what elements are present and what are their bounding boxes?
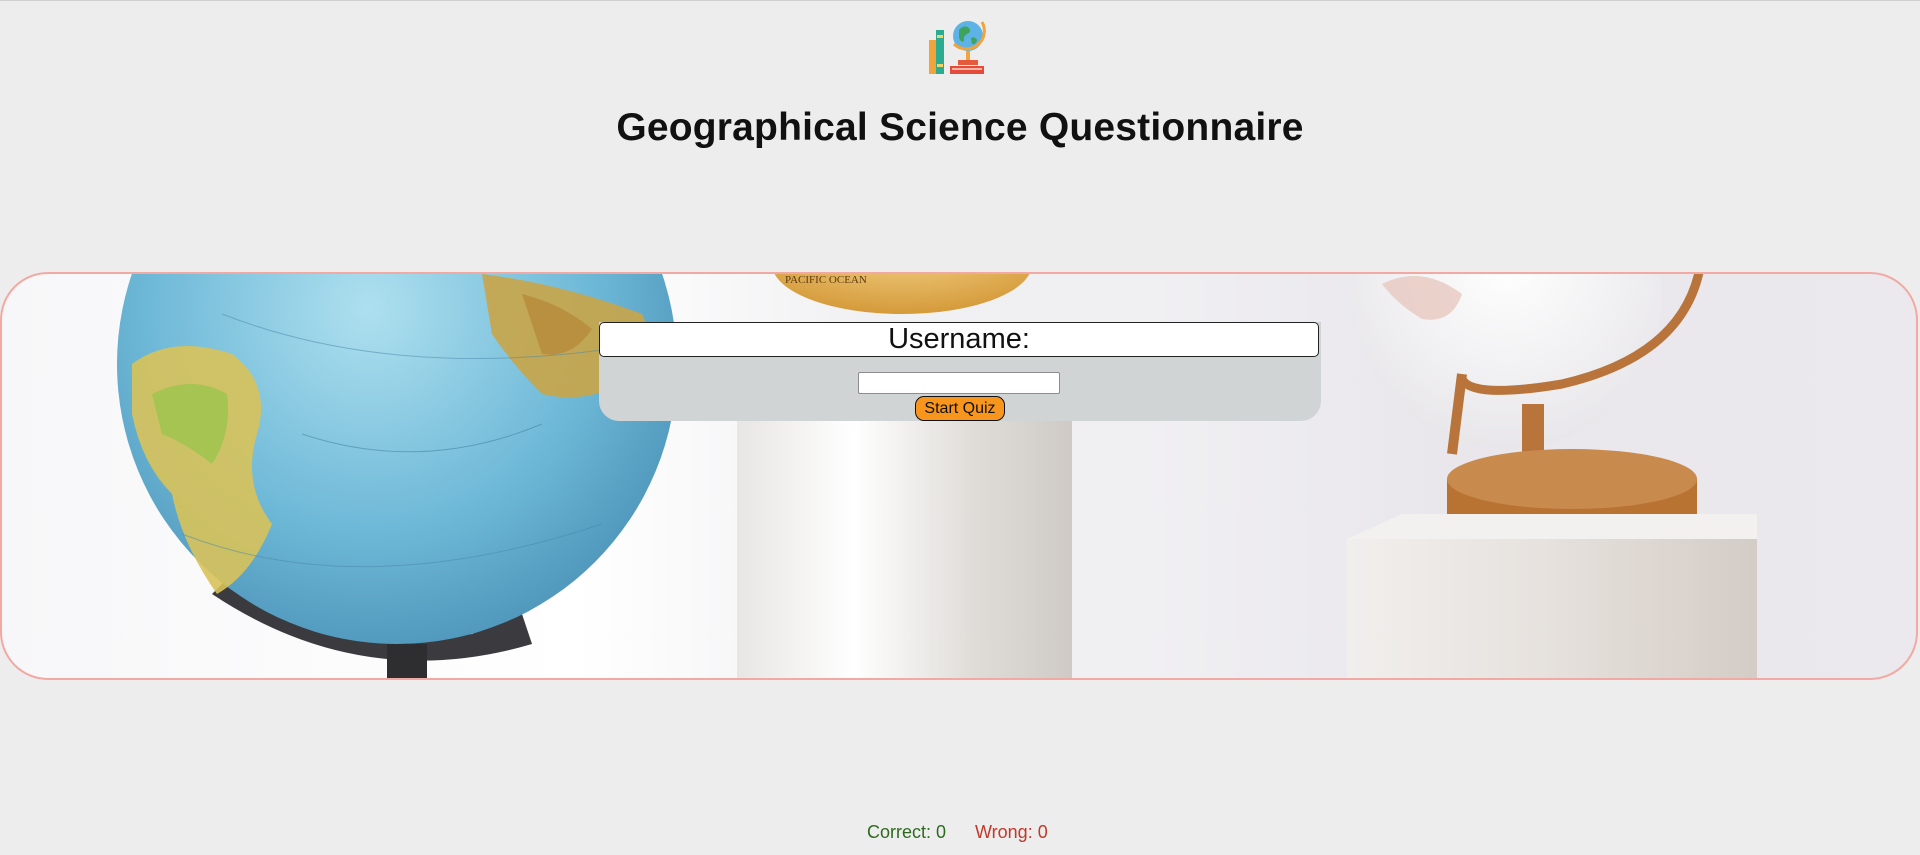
books-and-globe-icon [926, 12, 994, 78]
wrong-count: Wrong: 0 [975, 822, 1048, 842]
page-title: Geographical Science Questionnaire [616, 106, 1304, 149]
correct-count: Correct: 0 [867, 822, 947, 842]
username-input[interactable] [858, 372, 1060, 394]
start-quiz-button[interactable]: Start Quiz [915, 396, 1005, 421]
username-label: Username: [599, 322, 1319, 357]
top-border [0, 0, 1920, 1]
ocean-label: PACIFIC OCEAN [785, 274, 867, 286]
